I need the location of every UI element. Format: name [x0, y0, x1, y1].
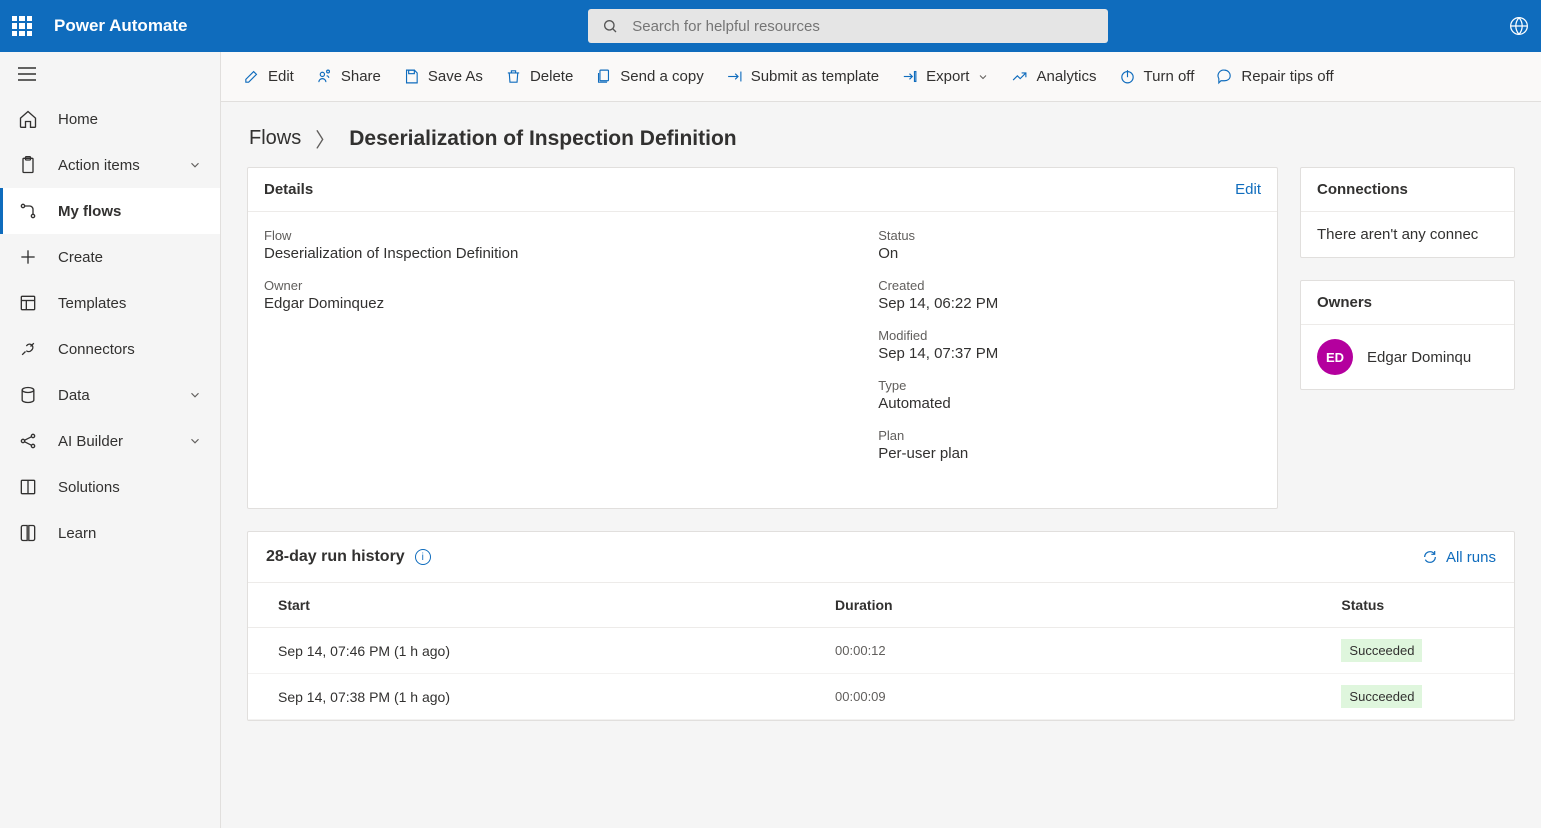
export-button[interactable]: Export: [901, 68, 989, 85]
sidebar-item-label: My flows: [58, 203, 121, 220]
submit-template-button[interactable]: Submit as template: [726, 68, 879, 85]
type-value: Automated: [878, 395, 1261, 412]
save-as-button[interactable]: Save As: [403, 68, 483, 85]
breadcrumb: Flows 〉 Deserialization of Inspection De…: [221, 102, 1541, 167]
sidebar-item-label: Learn: [58, 525, 96, 542]
connections-title: Connections: [1317, 181, 1408, 198]
owners-card: Owners ED Edgar Dominqu: [1300, 280, 1515, 390]
col-start[interactable]: Start: [248, 583, 805, 628]
plan-label: Plan: [878, 428, 1261, 443]
clipboard-icon: [18, 155, 38, 175]
sidebar-item-label: Home: [58, 111, 98, 128]
type-label: Type: [878, 378, 1261, 393]
table-row[interactable]: Sep 14, 07:38 PM (1 h ago) 00:00:09 Succ…: [248, 674, 1514, 720]
flow-label: Flow: [264, 228, 838, 243]
details-title: Details: [264, 181, 313, 198]
sidebar-item-home[interactable]: Home: [0, 96, 220, 142]
owner-name: Edgar Dominqu: [1367, 349, 1471, 366]
sidebar-item-label: Solutions: [58, 479, 120, 496]
status-badge: Succeeded: [1341, 639, 1422, 662]
details-card: Details Edit Flow Deserialization of Ins…: [247, 167, 1278, 509]
repair-tips-button[interactable]: Repair tips off: [1216, 68, 1333, 85]
sidebar-item-data[interactable]: Data: [0, 372, 220, 418]
brand-name: Power Automate: [54, 16, 188, 36]
created-value: Sep 14, 06:22 PM: [878, 295, 1261, 312]
owner-row: ED Edgar Dominqu: [1317, 339, 1498, 375]
connections-card: Connections There aren't any connec: [1300, 167, 1515, 258]
sidebar-item-my-flows[interactable]: My flows: [0, 188, 220, 234]
ai-icon: [18, 431, 38, 451]
sidebar-item-label: Create: [58, 249, 103, 266]
status-label: Status: [878, 228, 1261, 243]
status-value: On: [878, 245, 1261, 262]
top-header: Power Automate: [0, 0, 1541, 52]
run-history-card: 28-day run history i All runs Start Dura…: [247, 531, 1515, 721]
history-title: 28-day run history: [266, 548, 405, 566]
chevron-down-icon: [188, 434, 202, 448]
search-box[interactable]: [588, 9, 1108, 43]
turn-off-button[interactable]: Turn off: [1119, 68, 1195, 85]
app-launcher-icon[interactable]: [12, 16, 32, 36]
sidebar-item-label: Data: [58, 387, 90, 404]
globe-icon[interactable]: [1509, 16, 1529, 36]
plus-icon: [18, 247, 38, 267]
sidebar-item-create[interactable]: Create: [0, 234, 220, 280]
avatar: ED: [1317, 339, 1353, 375]
details-edit-link[interactable]: Edit: [1235, 181, 1261, 198]
template-icon: [18, 293, 38, 313]
main-content: Edit Share Save As Delete Send a copy Su…: [221, 52, 1541, 828]
status-badge: Succeeded: [1341, 685, 1422, 708]
modified-value: Sep 14, 07:37 PM: [878, 345, 1261, 362]
search-icon: [602, 18, 618, 34]
refresh-icon: [1422, 549, 1438, 565]
sidebar-item-connectors[interactable]: Connectors: [0, 326, 220, 372]
search-input[interactable]: [632, 18, 1094, 35]
owners-title: Owners: [1317, 294, 1372, 311]
flow-icon: [18, 201, 38, 221]
connections-empty-text: There aren't any connec: [1301, 212, 1514, 257]
sidebar-item-templates[interactable]: Templates: [0, 280, 220, 326]
share-button[interactable]: Share: [316, 68, 381, 85]
sidebar-item-label: Connectors: [58, 341, 135, 358]
breadcrumb-root[interactable]: Flows: [249, 127, 301, 150]
all-runs-link[interactable]: All runs: [1422, 549, 1496, 566]
plan-value: Per-user plan: [878, 445, 1261, 462]
chevron-down-icon: [188, 158, 202, 172]
sidebar-collapse-button[interactable]: [0, 52, 220, 96]
sidebar-item-label: Templates: [58, 295, 126, 312]
analytics-button[interactable]: Analytics: [1011, 68, 1096, 85]
sidebar-item-learn[interactable]: Learn: [0, 510, 220, 556]
info-icon[interactable]: i: [415, 549, 431, 565]
database-icon: [18, 385, 38, 405]
sidebar-item-solutions[interactable]: Solutions: [0, 464, 220, 510]
book-icon: [18, 523, 38, 543]
col-status[interactable]: Status: [1311, 583, 1514, 628]
side-column: Connections There aren't any connec Owne…: [1300, 167, 1515, 390]
header-right: [1509, 16, 1529, 36]
sidebar-item-action-items[interactable]: Action items: [0, 142, 220, 188]
col-duration[interactable]: Duration: [805, 583, 1311, 628]
table-row[interactable]: Sep 14, 07:46 PM (1 h ago) 00:00:12 Succ…: [248, 628, 1514, 674]
breadcrumb-current: Deserialization of Inspection Definition: [349, 127, 736, 151]
edit-button[interactable]: Edit: [243, 68, 294, 85]
owner-value: Edgar Dominquez: [264, 295, 838, 312]
chevron-right-icon: 〉: [315, 124, 335, 153]
command-bar: Edit Share Save As Delete Send a copy Su…: [221, 52, 1541, 102]
delete-button[interactable]: Delete: [505, 68, 573, 85]
connector-icon: [18, 339, 38, 359]
sidebar-item-label: Action items: [58, 157, 140, 174]
owner-label: Owner: [264, 278, 838, 293]
home-icon: [18, 109, 38, 129]
flow-value: Deserialization of Inspection Definition: [264, 245, 838, 262]
chevron-down-icon: [188, 388, 202, 402]
chevron-down-icon: [977, 71, 989, 83]
send-copy-button[interactable]: Send a copy: [595, 68, 703, 85]
sidebar: Home Action items My flows Create Templa…: [0, 52, 221, 828]
sidebar-item-label: AI Builder: [58, 433, 123, 450]
solutions-icon: [18, 477, 38, 497]
sidebar-item-ai-builder[interactable]: AI Builder: [0, 418, 220, 464]
modified-label: Modified: [878, 328, 1261, 343]
created-label: Created: [878, 278, 1261, 293]
run-history-table: Start Duration Status Sep 14, 07:46 PM (…: [248, 582, 1514, 720]
